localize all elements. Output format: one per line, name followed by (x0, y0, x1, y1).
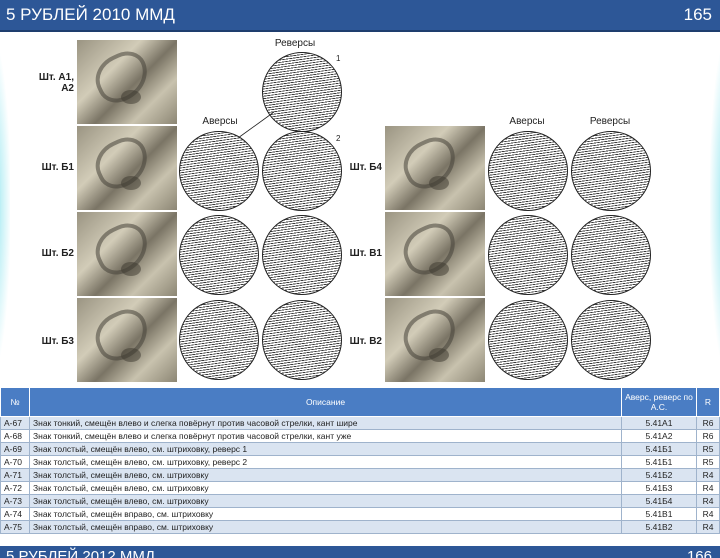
coin-photo-b1 (77, 126, 177, 210)
die-label-b2: Шт. Б2 (41, 248, 74, 259)
row-description: Знак толстый, смещён влево, см. штриховк… (29, 481, 622, 495)
page-header: 5 РУБЛЕЙ 2010 ММД 165 (0, 0, 720, 32)
row-obverse-reverse: 5.41Б1 (621, 442, 697, 456)
reverse-hatching-v2 (571, 300, 651, 380)
row-rarity: R4 (696, 520, 720, 534)
row-num: А-67 (0, 416, 30, 430)
row-description: Знак толстый, смещён влево, см. штриховк… (29, 468, 622, 482)
row-description: Знак толстый, смещён вправо, см. штрихов… (29, 507, 622, 521)
die-label-b1: Шт. Б1 (41, 162, 74, 173)
row-description: Знак толстый, смещён вправо, см. штрихов… (29, 520, 622, 534)
row-rarity: R4 (696, 468, 720, 482)
obverse-hatching-b4 (488, 131, 568, 211)
left-reverse-header: Реверсы (274, 38, 316, 49)
header-num: № (0, 387, 30, 417)
next-page-title: 5 РУБЛЕЙ 2012 ММД (6, 548, 156, 558)
row-rarity: R4 (696, 494, 720, 508)
row-rarity: R5 (696, 442, 720, 456)
left-edge-glow (0, 40, 10, 370)
obverse-hatching-b1 (179, 131, 259, 211)
header-rarity: R (696, 387, 720, 417)
coin-photo-a1-a2 (77, 40, 177, 124)
row-rarity: R4 (696, 481, 720, 495)
row-rarity: R6 (696, 429, 720, 443)
die-label-v1: Шт. В1 (349, 248, 382, 259)
right-obverse-header: Аверсы (509, 116, 545, 127)
row-obverse-reverse: 5.41Б1 (621, 455, 697, 469)
row-num: А-68 (0, 429, 30, 443)
row-obverse-reverse: 5.41Б4 (621, 494, 697, 508)
coin-photo-b4 (385, 126, 485, 210)
row-rarity: R5 (696, 455, 720, 469)
row-description: Знак толстый, смещён влево, см. штриховк… (29, 442, 622, 456)
row-obverse-reverse: 5.41Б2 (621, 468, 697, 482)
reverse-hatching-b4 (571, 131, 651, 211)
obverse-hatching-v2 (488, 300, 568, 380)
header-description: Описание (29, 387, 622, 417)
page-title: 5 РУБЛЕЙ 2010 ММД (6, 5, 175, 24)
reverse-hatching-b2 (262, 215, 342, 295)
varieties-table: № Описание Аверс, реверс по А.С. R А-67 З… (0, 387, 720, 534)
obverse-hatching-v1 (488, 215, 568, 295)
die-label-a1-a2: Шт. А1, А2 (38, 72, 74, 94)
coin-photo-b2 (77, 212, 177, 296)
table-row: А-75 Знак толстый, смещён вправо, см. штр… (0, 520, 720, 534)
table-row: А-72 Знак толстый, смещён влево, см. штри… (0, 481, 720, 495)
row-rarity: R6 (696, 416, 720, 430)
table-row: А-68 Знак тонкий, смещён влево и слегка п… (0, 429, 720, 443)
right-reverse-header: Реверсы (589, 116, 631, 127)
table-row: А-74 Знак толстый, смещён вправо, см. штр… (0, 507, 720, 521)
row-obverse-reverse: 5.41В1 (621, 507, 697, 521)
row-description: Знак толстый, смещён влево, см. штриховк… (29, 455, 622, 469)
row-rarity: R4 (696, 507, 720, 521)
row-obverse-reverse: 5.41Б3 (621, 481, 697, 495)
row-num: А-69 (0, 442, 30, 456)
table-row: А-67 Знак тонкий, смещён влево и слегка п… (0, 416, 720, 430)
row-description: Знак тонкий, смещён влево и слегка повёр… (29, 416, 622, 430)
reverse-hatching-2 (262, 131, 342, 211)
row-num: А-75 (0, 520, 30, 534)
next-page-number: 166 (686, 548, 712, 558)
obverse-hatching-b3 (179, 300, 259, 380)
reverse-hatching-b3 (262, 300, 342, 380)
table-row: А-71 Знак толстый, смещён влево, см. штри… (0, 468, 720, 482)
coin-photo-b3 (77, 298, 177, 382)
coin-photo-v2 (385, 298, 485, 382)
right-edge-glow (710, 40, 720, 370)
reverse-hatching-v1 (571, 215, 651, 295)
next-page-header: 5 РУБЛЕЙ 2012 ММД 166 (0, 546, 720, 558)
table-header-row: № Описание Аверс, реверс по А.С. R (0, 387, 720, 417)
row-num: А-70 (0, 455, 30, 469)
row-obverse-reverse: 5.41В2 (621, 520, 697, 534)
row-num: А-74 (0, 507, 30, 521)
obverse-hatching-b2 (179, 215, 259, 295)
row-description: Знак тонкий, смещён влево и слегка повёр… (29, 429, 622, 443)
reverse-1-number: 1 (336, 54, 341, 63)
die-label-b3: Шт. Б3 (41, 336, 74, 347)
row-num: А-73 (0, 494, 30, 508)
page-number: 165 (683, 5, 712, 24)
row-obverse-reverse: 5.41А2 (621, 429, 697, 443)
table-row: А-70 Знак толстый, смещён влево, см. штри… (0, 455, 720, 469)
row-obverse-reverse: 5.41А1 (621, 416, 697, 430)
die-label-b4: Шт. Б4 (349, 162, 382, 173)
table-row: А-73 Знак толстый, смещён влево, см. штри… (0, 494, 720, 508)
row-description: Знак толстый, смещён влево, см. штриховк… (29, 494, 622, 508)
row-num: А-71 (0, 468, 30, 482)
die-label-v2: Шт. В2 (349, 336, 382, 347)
header-obverse-reverse: Аверс, реверс по А.С. (621, 387, 697, 417)
table-row: А-69 Знак толстый, смещён влево, см. штри… (0, 442, 720, 456)
reverse-2-number: 2 (336, 134, 341, 143)
pointer-line (237, 111, 275, 139)
coin-photo-v1 (385, 212, 485, 296)
row-num: А-72 (0, 481, 30, 495)
